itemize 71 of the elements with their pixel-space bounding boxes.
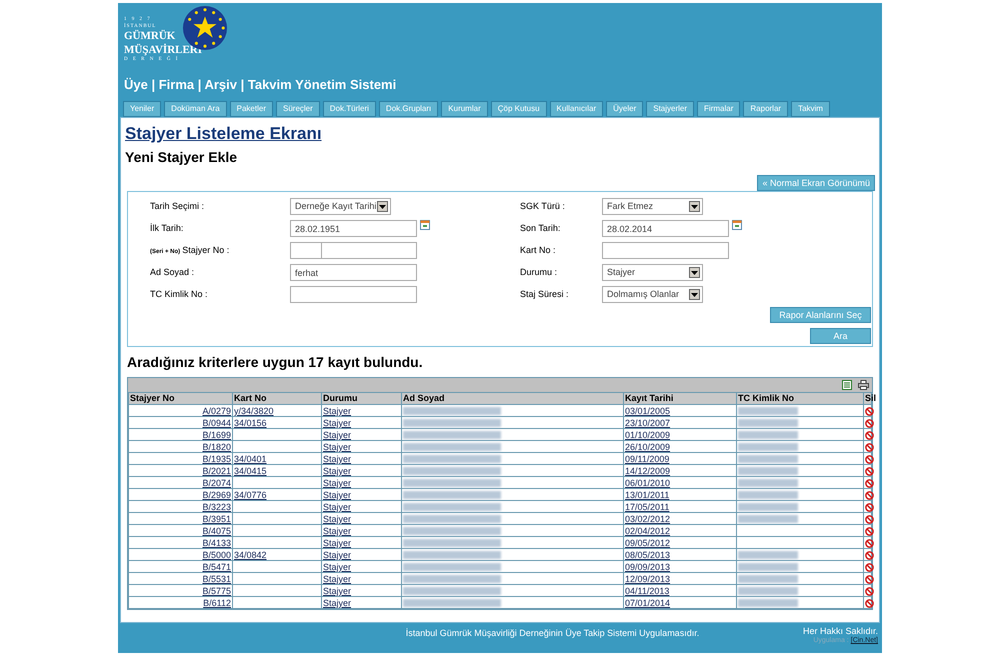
dropdown[interactable]: Dolmamış Olanlar (602, 286, 703, 304)
column-header: Ad Soyad (402, 392, 624, 405)
column-header: Kayıt Tarihi (624, 392, 736, 405)
column-header: Durumu (322, 392, 402, 405)
delete-icon[interactable] (865, 550, 874, 560)
delete-icon[interactable] (865, 454, 874, 464)
delete-icon[interactable] (865, 538, 874, 548)
logo-wordmark: GÜMRÜK (124, 31, 176, 42)
delete-icon[interactable] (865, 418, 874, 428)
redacted-id (738, 478, 798, 487)
print-icon[interactable] (858, 380, 869, 390)
field-label: İlk Tarih: (150, 222, 184, 235)
delete-icon[interactable] (865, 502, 874, 512)
column-header: Kart No (232, 392, 322, 405)
field-label: Ad Soyad : (150, 266, 194, 279)
field-label: TC Kimlik No : (150, 288, 208, 301)
page-title: Stajyer Listeleme Ekranı (125, 123, 323, 144)
redacted-id (738, 562, 798, 571)
logo-wordmark: MÜŞAVİRLERİ (124, 45, 202, 56)
field-label: Kart No : (520, 244, 556, 257)
dropdown[interactable]: Fark Etmez (602, 198, 703, 216)
delete-icon[interactable] (865, 598, 874, 608)
text-field[interactable]: ferhat (290, 264, 417, 282)
column-header: TC Kimlik No (736, 392, 864, 405)
footer-text: İstanbul Gümrük Müşavirliği Derneğinin Üye Takip Sistemi Uygulamasıdır. (406, 627, 700, 640)
app-title: Üye | Firma | Arşiv | Takvim Yönetim Sistemi (124, 76, 398, 94)
redacted-id (738, 586, 798, 595)
dropdown[interactable]: Derneğe Kayıt Tarihi (290, 198, 391, 216)
field-label: Stajyer No : (182, 244, 230, 257)
redacted-id (738, 502, 798, 511)
redacted-id (738, 550, 798, 559)
delete-icon[interactable] (865, 406, 874, 416)
redacted-id (738, 598, 798, 607)
result-count-text: Aradığınız kriterlere uygun 17 kayıt bulundu. (126, 353, 424, 372)
delete-icon[interactable] (865, 442, 874, 452)
delete-icon[interactable] (865, 430, 874, 440)
copyright-text: Her Hakkı Saklıdır. (802, 626, 878, 636)
delete-icon[interactable] (865, 490, 874, 500)
redacted-id (738, 430, 798, 439)
redacted-id (738, 466, 798, 475)
field-label: SGK Türü : (520, 200, 565, 213)
delete-icon[interactable] (865, 514, 874, 524)
delete-icon[interactable] (865, 466, 874, 476)
field-label: Durumu : (520, 266, 558, 279)
text-field[interactable] (290, 286, 417, 304)
redacted-id (738, 406, 798, 415)
series-field[interactable] (290, 242, 322, 260)
redacted-id (738, 454, 798, 463)
redacted-id (738, 442, 798, 451)
field-label: Staj Süresi : (520, 288, 569, 301)
delete-icon[interactable] (865, 586, 874, 596)
field-label: Tarih Seçimi : (150, 200, 204, 213)
redacted-id (738, 490, 798, 499)
column-header: Stajyer No (128, 392, 232, 405)
date-field[interactable]: 28.02.1951 (290, 220, 417, 238)
date-field[interactable]: 28.02.2014 (602, 220, 729, 238)
field-label: Son Tarih: (520, 222, 560, 235)
calendar-icon[interactable] (420, 220, 430, 230)
dropdown[interactable]: Stajyer (602, 264, 703, 282)
number-field[interactable] (322, 242, 417, 260)
calendar-icon[interactable] (732, 220, 742, 230)
section-title: Yeni Stajyer Ekle (125, 148, 238, 168)
redacted-id (738, 418, 798, 427)
delete-icon[interactable] (865, 478, 874, 488)
delete-icon[interactable] (865, 526, 874, 536)
delete-icon[interactable] (865, 574, 874, 584)
spreadsheet-icon[interactable] (842, 380, 852, 390)
text-field[interactable] (602, 242, 729, 260)
delete-icon[interactable] (865, 562, 874, 572)
redacted-id (738, 574, 798, 583)
redacted-id (738, 514, 798, 523)
